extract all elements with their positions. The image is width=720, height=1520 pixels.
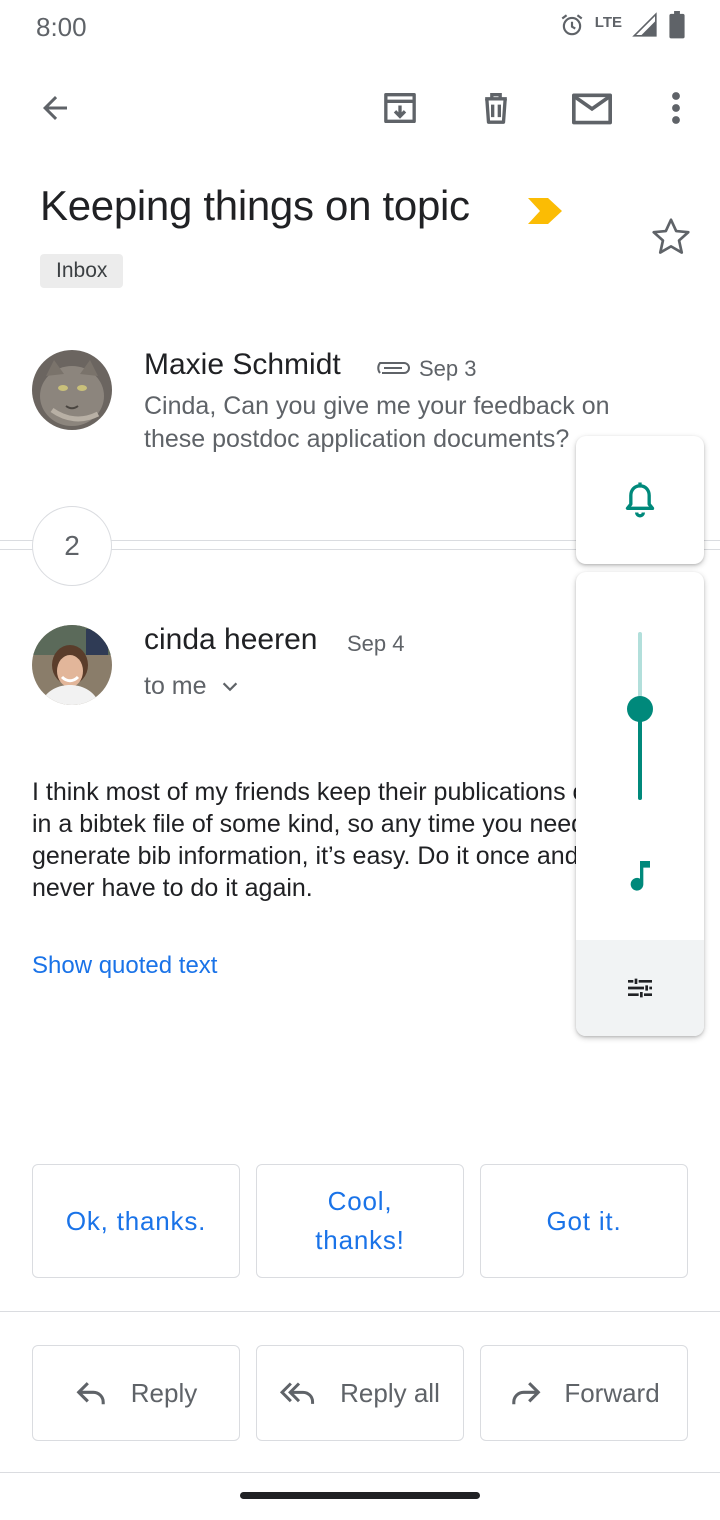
status-bar: 8:00 LTE	[0, 0, 720, 54]
more-vert-icon	[672, 92, 680, 124]
reply-all-button[interactable]: Reply all	[256, 1345, 464, 1441]
inbox-label-chip[interactable]: Inbox	[40, 254, 124, 288]
message-date: Sep 4	[347, 631, 405, 656]
reply-button[interactable]: Reply	[32, 1345, 240, 1441]
music-note-icon[interactable]	[620, 856, 660, 901]
star-button[interactable]	[648, 214, 694, 265]
signal-icon	[632, 11, 658, 43]
sender-name: cinda heeren	[144, 623, 318, 656]
reply-all-label: Reply all	[340, 1377, 440, 1408]
tune-icon	[628, 978, 652, 998]
network-type: LTE	[594, 13, 622, 31]
mail-icon	[572, 93, 612, 125]
battery-icon	[668, 10, 686, 44]
attachment-icon	[372, 358, 410, 383]
smart-reply-button[interactable]: Ok, thanks.	[32, 1164, 240, 1278]
trash-icon	[485, 93, 507, 124]
sound-settings-button[interactable]	[576, 940, 704, 1036]
chevron-down-icon	[222, 682, 237, 691]
media-volume-card	[576, 572, 704, 1036]
status-icons: LTE	[559, 10, 686, 44]
show-quoted-text-link[interactable]: Show quoted text	[32, 952, 217, 980]
recipient-details-toggle[interactable]: to me	[144, 672, 241, 701]
reply-label: Reply	[130, 1377, 198, 1408]
forward-button[interactable]: Forward	[480, 1345, 688, 1441]
media-volume-thumb[interactable]	[627, 696, 653, 723]
forward-label: Forward	[564, 1377, 660, 1408]
media-volume-fill	[638, 709, 642, 800]
ringer-mode-card[interactable]	[576, 436, 704, 564]
smart-reply-button[interactable]: Cool, thanks!	[256, 1164, 464, 1278]
avatar-maxie-schmidt[interactable]	[32, 350, 112, 430]
archive-icon	[384, 93, 416, 124]
more-options-button[interactable]	[652, 84, 700, 132]
bell-icon[interactable]	[620, 480, 660, 525]
smart-reply-button[interactable]: Got it.	[480, 1164, 688, 1278]
sender-name: Maxie Schmidt	[144, 348, 341, 381]
back-button[interactable]	[31, 84, 79, 132]
mark-unread-button[interactable]	[568, 84, 616, 132]
importance-marker-icon[interactable]	[526, 196, 564, 231]
alarm-icon	[559, 12, 585, 43]
reply-all-icon	[280, 1382, 315, 1404]
arrow-back-icon	[43, 96, 67, 120]
archive-button[interactable]	[376, 84, 424, 132]
delete-button[interactable]	[472, 84, 520, 132]
avatar-cinda-heeren[interactable]	[32, 625, 112, 705]
thread-subject: Keeping things on topic	[40, 182, 470, 229]
app-bar	[0, 70, 720, 146]
reply-icon	[76, 1382, 105, 1405]
forward-icon	[512, 1382, 541, 1405]
actions-divider	[0, 1311, 720, 1312]
bottom-divider	[0, 1472, 720, 1473]
recipient-text: to me	[144, 672, 207, 700]
star-icon	[652, 218, 690, 254]
message-date: Sep 3	[419, 356, 477, 381]
status-time: 8:00	[36, 12, 87, 42]
collapsed-messages-count[interactable]: 2	[32, 506, 112, 586]
gesture-nav-handle[interactable]	[240, 1492, 480, 1499]
